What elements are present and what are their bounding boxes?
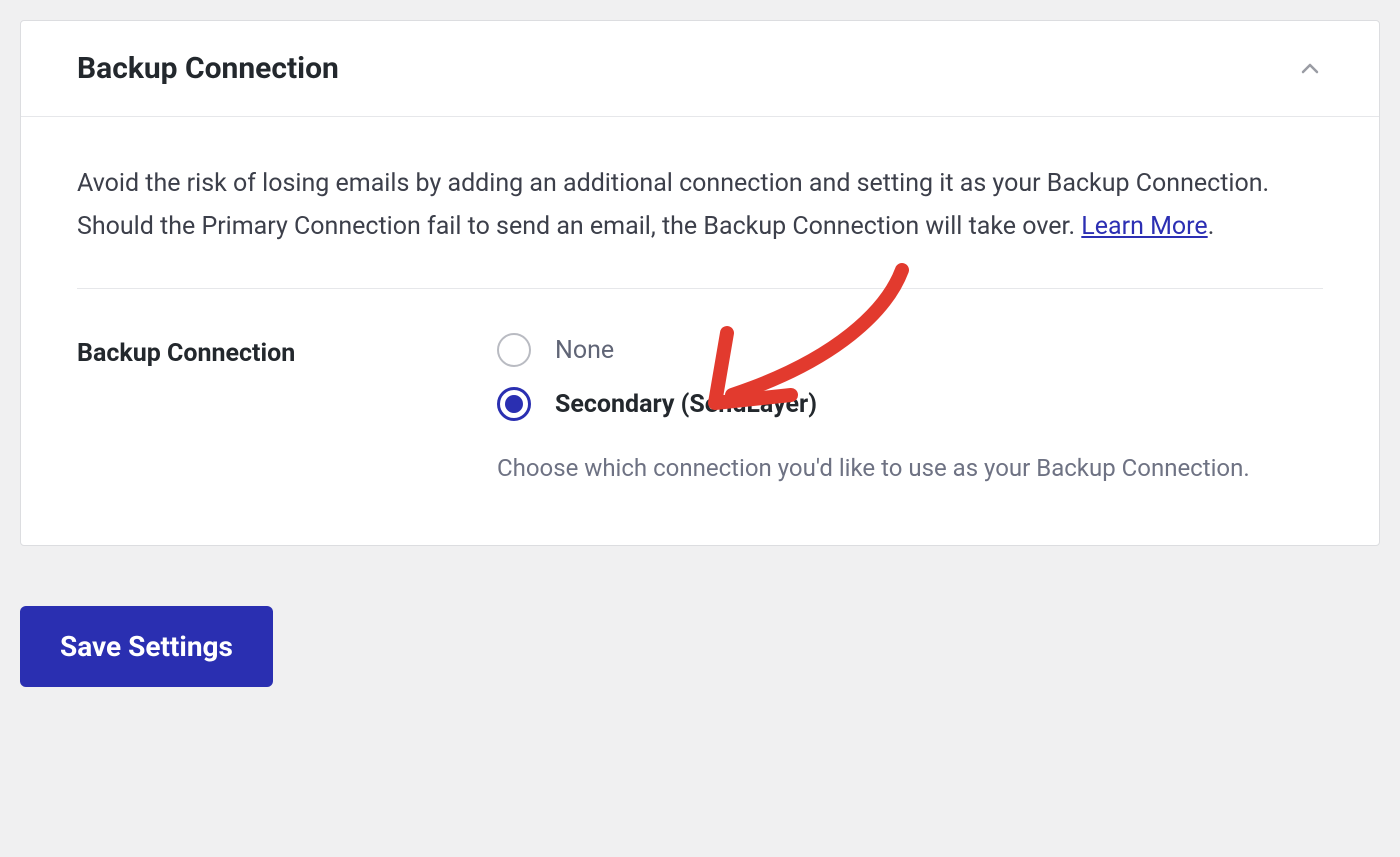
radio-icon — [497, 333, 531, 367]
field-control: None Secondary (SendLayer) Choose which … — [497, 333, 1323, 489]
radio-icon — [497, 387, 531, 421]
panel-header[interactable]: Backup Connection — [21, 21, 1379, 117]
radio-label-none: None — [555, 336, 614, 365]
radio-option-none[interactable]: None — [497, 333, 1323, 367]
learn-more-link[interactable]: Learn More — [1081, 212, 1207, 241]
panel-description: Avoid the risk of losing emails by addin… — [77, 163, 1323, 248]
backup-connection-panel: Backup Connection Avoid the risk of losi… — [20, 20, 1380, 546]
divider — [77, 288, 1323, 289]
save-settings-button[interactable]: Save Settings — [20, 606, 273, 687]
panel-body: Avoid the risk of losing emails by addin… — [21, 117, 1379, 545]
radio-label-secondary: Secondary (SendLayer) — [555, 390, 817, 419]
description-text-after: . — [1208, 212, 1215, 241]
field-label: Backup Connection — [77, 333, 477, 368]
radio-option-secondary[interactable]: Secondary (SendLayer) — [497, 387, 1323, 421]
chevron-up-icon — [1297, 56, 1323, 82]
panel-title: Backup Connection — [77, 51, 339, 86]
backup-connection-field: Backup Connection None Secondary (SendLa… — [77, 333, 1323, 489]
field-help-text: Choose which connection you'd like to us… — [497, 449, 1323, 489]
